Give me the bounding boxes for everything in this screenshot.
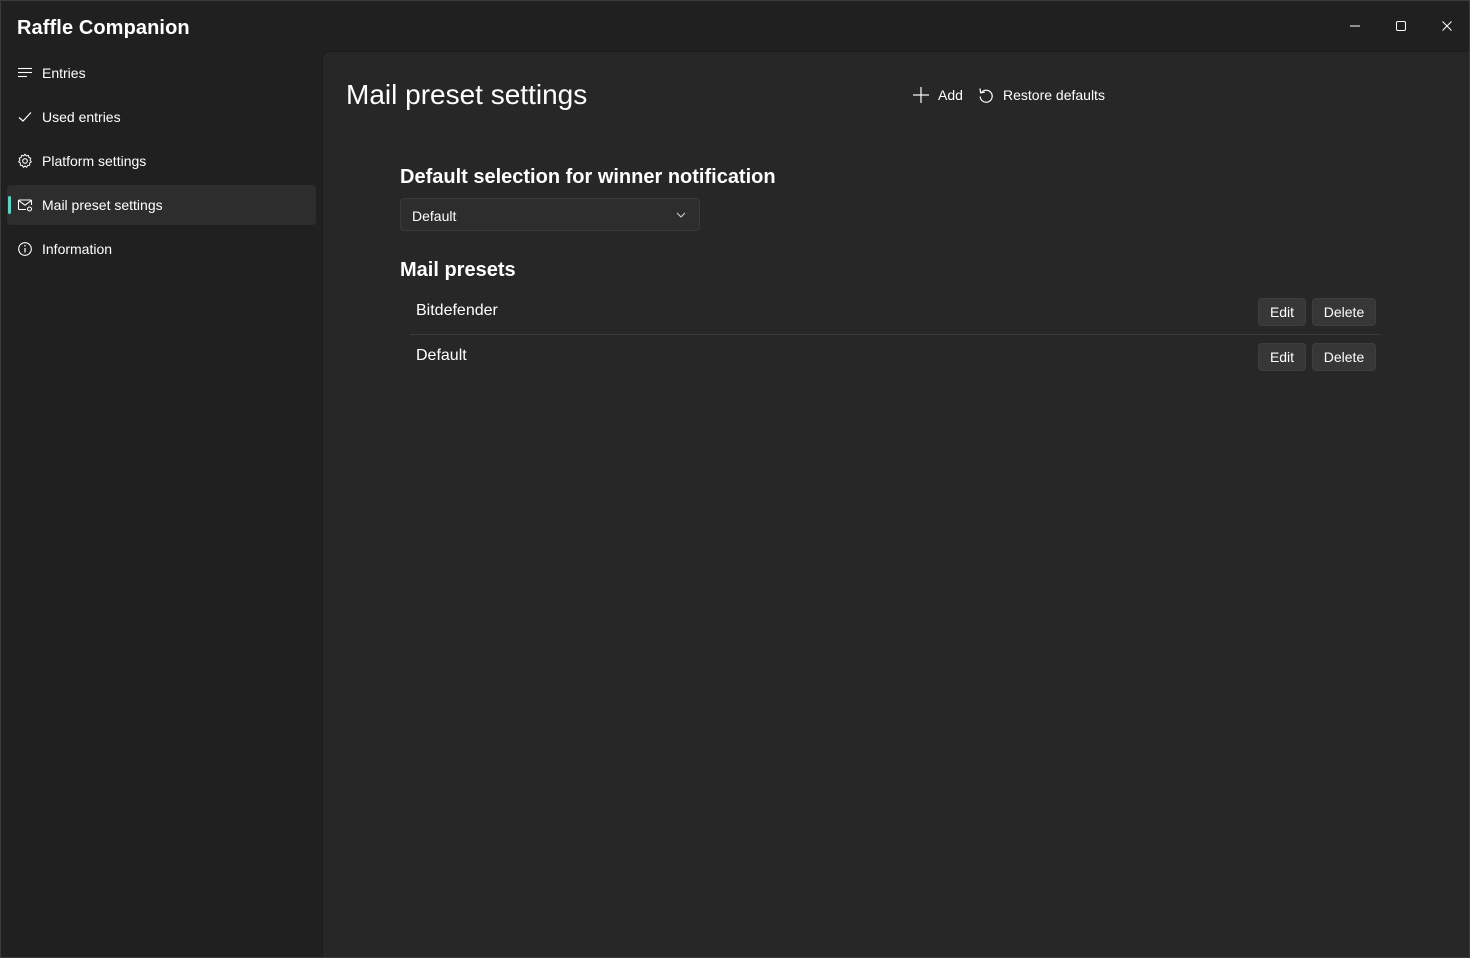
restore-defaults-button[interactable]: Restore defaults (977, 83, 1105, 107)
sidebar-nav: Entries Used entries Platform settings M… (1, 51, 322, 957)
restore-defaults-label: Restore defaults (1003, 87, 1105, 103)
edit-button[interactable]: Edit (1258, 298, 1306, 326)
mail-settings-icon (17, 197, 33, 213)
sidebar-item-label: Information (42, 241, 113, 257)
page-title: Mail preset settings (346, 79, 588, 110)
preset-name: Bitdefender (416, 302, 498, 319)
checkmark-icon (17, 109, 33, 125)
gear-icon (17, 153, 33, 169)
delete-button[interactable]: Delete (1312, 298, 1376, 326)
sidebar-item-platform-settings[interactable]: Platform settings (7, 141, 316, 181)
close-icon (1442, 21, 1452, 31)
list-icon (17, 65, 33, 81)
default-preset-dropdown[interactable]: Default (400, 198, 700, 231)
sidebar-item-label: Used entries (42, 109, 121, 125)
info-icon (17, 241, 33, 257)
undo-icon (979, 88, 993, 103)
title-bar: Raffle Companion (1, 1, 1469, 53)
close-button[interactable] (1424, 1, 1470, 51)
add-button[interactable]: Add (912, 83, 963, 107)
sidebar-item-entries[interactable]: Entries (7, 53, 316, 93)
app-title: Raffle Companion (17, 17, 190, 39)
edit-button[interactable]: Edit (1258, 343, 1306, 371)
main-content: Mail preset settings Add Restore default… (322, 51, 1469, 957)
maximize-icon (1396, 21, 1406, 31)
app-window: Raffle Companion Entries Used entries Pl… (0, 0, 1470, 958)
sidebar-item-information[interactable]: Information (7, 229, 316, 269)
plus-icon (913, 87, 929, 103)
delete-button[interactable]: Delete (1312, 343, 1376, 371)
minimize-icon (1350, 25, 1360, 27)
chevron-down-icon (676, 212, 686, 218)
selection-indicator (8, 196, 11, 214)
add-button-label: Add (938, 87, 963, 103)
preset-name: Default (416, 347, 467, 364)
maximize-button[interactable] (1378, 1, 1424, 51)
dropdown-selected-value: Default (412, 208, 457, 224)
list-item: Bitdefender Edit Delete (410, 290, 1381, 335)
minimize-button[interactable] (1332, 1, 1378, 51)
sidebar-item-used-entries[interactable]: Used entries (7, 97, 316, 137)
sidebar-item-label: Platform settings (42, 153, 147, 169)
list-item: Default Edit Delete (410, 335, 1381, 380)
sidebar-item-mail-preset-settings[interactable]: Mail preset settings (7, 185, 316, 225)
sidebar-item-label: Entries (42, 65, 86, 81)
sidebar-item-label: Mail preset settings (42, 197, 163, 213)
mail-presets-heading: Mail presets (400, 259, 516, 281)
default-selection-heading: Default selection for winner notificatio… (400, 166, 776, 188)
